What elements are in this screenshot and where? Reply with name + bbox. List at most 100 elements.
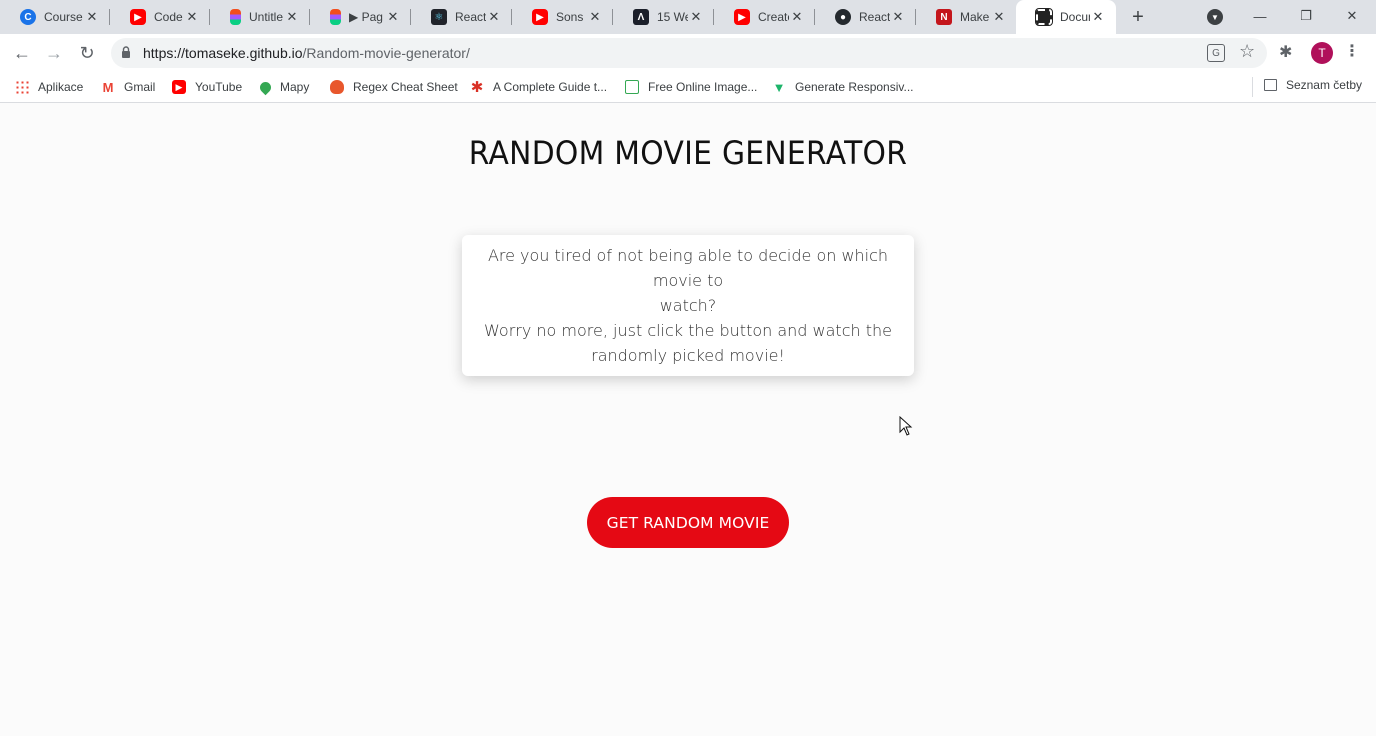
reading-list-label: Seznam četby xyxy=(1285,78,1362,92)
tab-code[interactable]: ▶ Code ✕ xyxy=(110,0,210,34)
github-icon: ● xyxy=(835,9,851,25)
tab-react-gh[interactable]: ● React- ✕ xyxy=(815,0,916,34)
close-icon[interactable]: ✕ xyxy=(587,9,603,25)
intro-line: Worry no more, just click the button and… xyxy=(484,321,892,340)
youtube-icon: ▶ xyxy=(734,9,750,25)
bookmark-label: Free Online Image... xyxy=(648,80,758,94)
react-icon: ⚛ xyxy=(431,9,447,25)
regex-icon xyxy=(330,80,344,94)
reading-list-button[interactable]: Seznam četby xyxy=(1263,78,1362,92)
tab-title: Sons o xyxy=(556,10,587,24)
close-icon[interactable]: ✕ xyxy=(789,9,805,25)
close-icon[interactable]: ✕ xyxy=(184,9,200,25)
bookmark-regex[interactable]: Regex Cheat Sheet xyxy=(330,78,458,96)
netflix-icon: N xyxy=(936,9,952,25)
tab-create[interactable]: ▶ Create ✕ xyxy=(714,0,815,34)
close-icon[interactable]: ✕ xyxy=(84,9,100,25)
bookmark-star-icon[interactable]: ☆ xyxy=(1239,41,1255,62)
forward-icon[interactable]: → xyxy=(40,39,68,67)
url-text[interactable]: https://tomaseke.github.io/Random-movie-… xyxy=(143,45,470,61)
mouse-cursor-icon xyxy=(899,416,913,436)
gmail-icon: M xyxy=(101,79,115,95)
bookmarks-bar: Aplikace M Gmail ▶ YouTube Mapy Regex Ch… xyxy=(0,72,1376,103)
tab-sons[interactable]: ▶ Sons o ✕ xyxy=(512,0,613,34)
divider xyxy=(1252,77,1253,97)
lock-icon xyxy=(122,46,130,58)
reload-icon[interactable]: ↻ xyxy=(73,39,101,67)
bookmark-label: Mapy xyxy=(280,80,310,94)
bookmark-label: A Complete Guide t... xyxy=(493,80,608,94)
figma-icon xyxy=(330,9,341,25)
bookmark-label: Aplikace xyxy=(38,80,84,94)
youtube-icon: ▶ xyxy=(532,9,548,25)
intro-text: Are you tired of not being able to decid… xyxy=(480,243,896,368)
tab-search-icon[interactable]: ▼ xyxy=(1207,9,1223,25)
bookmark-aplikace[interactable]: Aplikace xyxy=(15,78,83,96)
tab-course[interactable]: C Course ✕ xyxy=(0,0,110,34)
bookmark-label: YouTube xyxy=(195,80,243,94)
tab-document-active[interactable]: Docum ✕ xyxy=(1016,0,1116,34)
tab-untitled[interactable]: Untitle ✕ xyxy=(210,0,310,34)
apps-icon xyxy=(15,80,29,94)
page-title: RANDOM MOVIE GENERATOR xyxy=(468,134,908,172)
avatar[interactable]: T xyxy=(1311,42,1333,64)
bookmark-youtube[interactable]: ▶ YouTube xyxy=(172,78,242,96)
tab-make[interactable]: N Make ✕ xyxy=(916,0,1017,34)
bookmark-generate[interactable]: ▼ Generate Responsiv... xyxy=(772,78,914,96)
minimize-button[interactable]: — xyxy=(1245,4,1275,28)
url-host: https://tomaseke.github.io xyxy=(143,45,303,61)
close-icon[interactable]: ✕ xyxy=(991,9,1007,25)
extensions-icon[interactable]: ✱ xyxy=(1279,42,1292,62)
chrome-icon: C xyxy=(20,9,36,25)
close-icon[interactable]: ✕ xyxy=(1090,9,1106,25)
browser-toolbar: ← → ↻ https://tomaseke.github.io/Random-… xyxy=(0,34,1376,72)
reading-list-icon xyxy=(1263,79,1277,91)
close-icon[interactable]: ✕ xyxy=(890,9,906,25)
tab-title: Docum xyxy=(1060,10,1090,24)
tab-react[interactable]: ⚛ React ✕ xyxy=(411,0,512,34)
bookmark-label: Generate Responsiv... xyxy=(795,80,914,94)
guide-icon: ✱ xyxy=(470,79,484,96)
address-bar[interactable]: https://tomaseke.github.io/Random-movie-… xyxy=(111,38,1267,68)
bookmark-free-image[interactable]: Free Online Image... xyxy=(625,78,757,96)
page-content: RANDOM MOVIE GENERATOR Are you tired of … xyxy=(0,104,1376,736)
tab-15-web[interactable]: Λ 15 We ✕ xyxy=(613,0,714,34)
webflow-icon: Λ xyxy=(633,9,649,25)
tab-title: Untitle xyxy=(249,10,284,24)
url-path: /Random-movie-generator/ xyxy=(302,45,470,61)
bookmark-gmail[interactable]: M Gmail xyxy=(101,78,155,96)
menu-icon[interactable]: ⋮ xyxy=(1344,41,1360,61)
intro-line: watch? xyxy=(659,296,717,315)
close-icon[interactable]: ✕ xyxy=(385,9,401,25)
close-icon[interactable]: ✕ xyxy=(486,9,502,25)
intro-line: Are you tired of not being able to decid… xyxy=(487,246,889,290)
close-window-button[interactable]: ✕ xyxy=(1337,4,1367,28)
get-random-movie-button[interactable]: GET RANDOM MOVIE xyxy=(587,497,789,548)
intro-card: Are you tired of not being able to decid… xyxy=(462,235,914,376)
maps-icon xyxy=(257,79,274,95)
new-tab-button[interactable]: + xyxy=(1126,5,1150,29)
image-icon xyxy=(625,80,639,94)
bookmark-mapy[interactable]: Mapy xyxy=(257,78,310,96)
tab-title: ▶ Pag xyxy=(349,10,383,24)
restore-button[interactable]: ❐ xyxy=(1291,4,1321,28)
youtube-icon: ▶ xyxy=(172,80,186,94)
bookmark-label: Gmail xyxy=(124,80,156,94)
generate-icon: ▼ xyxy=(772,79,786,95)
film-icon xyxy=(1035,8,1053,26)
bookmark-label: Regex Cheat Sheet xyxy=(353,80,458,94)
back-icon[interactable]: ← xyxy=(8,39,36,67)
tab-page[interactable]: ▶ Pag ✕ xyxy=(310,0,411,34)
tab-title: Code xyxy=(154,10,183,24)
intro-line: randomly picked movie! xyxy=(591,346,785,365)
tab-title: 15 We xyxy=(657,10,688,24)
tab-title: Course xyxy=(44,10,83,24)
translate-icon[interactable]: G xyxy=(1207,44,1225,62)
close-icon[interactable]: ✕ xyxy=(284,9,300,25)
tab-title: Create xyxy=(758,10,789,24)
bookmark-complete-guide[interactable]: ✱ A Complete Guide t... xyxy=(470,78,607,96)
tab-title: Make xyxy=(960,10,990,24)
figma-icon xyxy=(230,9,241,25)
close-icon[interactable]: ✕ xyxy=(688,9,704,25)
youtube-icon: ▶ xyxy=(130,9,146,25)
